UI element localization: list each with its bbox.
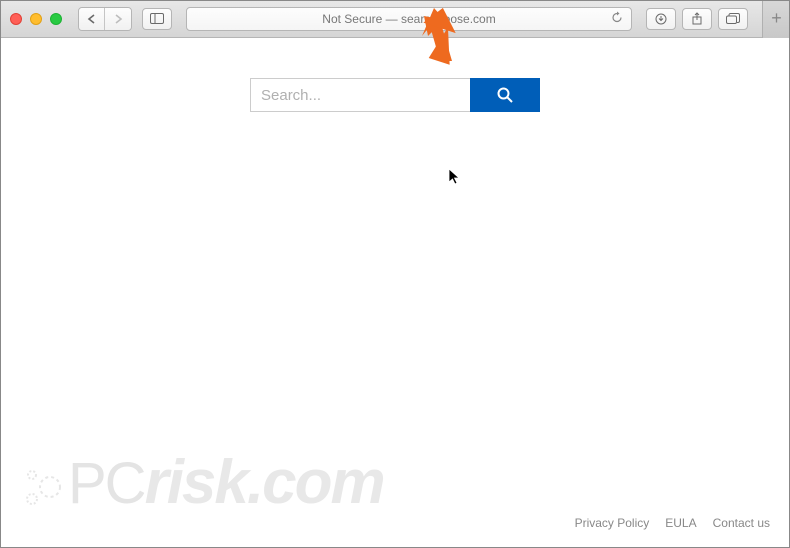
close-window-button[interactable]	[10, 13, 22, 25]
toolbar-right	[646, 8, 748, 30]
contact-link[interactable]: Contact us	[713, 516, 770, 530]
address-bar[interactable]: Not Secure — searchgoose.com	[186, 7, 632, 31]
back-button[interactable]	[79, 8, 105, 30]
page-content: Privacy Policy EULA Contact us	[0, 38, 790, 548]
reload-icon	[611, 11, 623, 24]
new-tab-button[interactable]: +	[762, 0, 790, 38]
maximize-window-button[interactable]	[50, 13, 62, 25]
chevron-left-icon	[87, 14, 96, 24]
eula-link[interactable]: EULA	[665, 516, 696, 530]
share-button[interactable]	[682, 8, 712, 30]
minimize-window-button[interactable]	[30, 13, 42, 25]
nav-group	[78, 7, 132, 31]
forward-button[interactable]	[105, 8, 131, 30]
tabs-icon	[726, 13, 740, 24]
downloads-button[interactable]	[646, 8, 676, 30]
sidebar-button[interactable]	[142, 8, 172, 30]
search-icon	[495, 85, 515, 105]
share-icon	[691, 12, 703, 25]
sidebar-icon	[150, 13, 164, 24]
tabs-button[interactable]	[718, 8, 748, 30]
reload-button[interactable]	[611, 11, 623, 27]
window-controls	[10, 13, 62, 25]
plus-icon: +	[771, 8, 782, 29]
browser-toolbar: Not Secure — searchgoose.com	[0, 0, 790, 38]
address-text: Not Secure — searchgoose.com	[322, 12, 495, 26]
download-icon	[654, 13, 668, 25]
search-form	[250, 78, 540, 112]
search-input[interactable]	[250, 78, 470, 112]
search-button[interactable]	[470, 78, 540, 112]
chevron-right-icon	[114, 14, 123, 24]
privacy-link[interactable]: Privacy Policy	[575, 516, 650, 530]
footer-links: Privacy Policy EULA Contact us	[575, 516, 770, 530]
